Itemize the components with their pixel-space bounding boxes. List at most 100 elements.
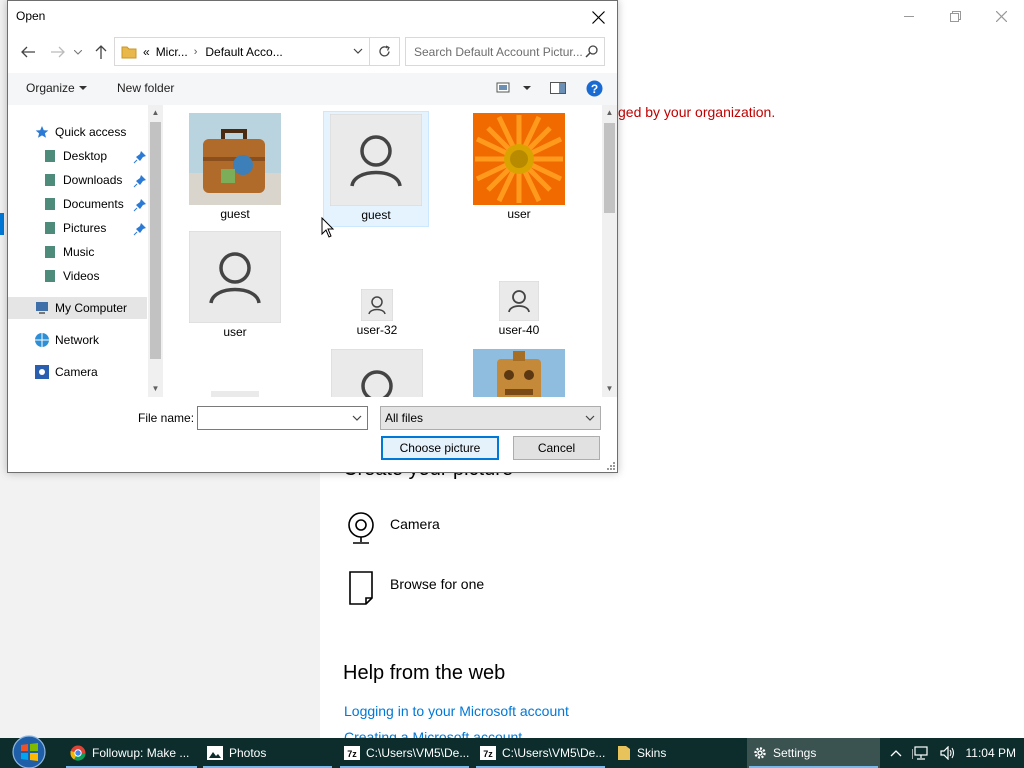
pin-icon [133, 175, 146, 188]
nav-pane-scrollbar[interactable]: ▲ ▼ [148, 105, 163, 397]
view-icon [496, 82, 531, 93]
taskbar-item-label: Skins [637, 746, 667, 760]
search-box[interactable]: Search Default Account Pictur... [405, 37, 605, 66]
chrome-icon [70, 745, 86, 761]
file-tile-partial[interactable] [182, 391, 288, 397]
organize-button[interactable]: Organize [26, 81, 87, 95]
scroll-up-arrow-icon[interactable]: ▲ [148, 105, 163, 120]
file-tile-partial[interactable] [466, 349, 572, 397]
windows-logo-icon [12, 735, 46, 768]
file-tile[interactable]: guest [182, 113, 288, 221]
restore-button[interactable] [935, 4, 975, 28]
file-name-input[interactable] [197, 406, 368, 430]
resize-grip-icon[interactable] [605, 460, 615, 470]
documents-folder-icon [42, 196, 58, 212]
file-name: guest [361, 208, 391, 222]
new-folder-button[interactable]: New folder [117, 81, 174, 95]
refresh-icon [379, 45, 390, 57]
help-link-login[interactable]: Logging in to your Microsoft account [344, 703, 569, 719]
system-tray: 11:04 PM [890, 738, 1024, 768]
document-icon [344, 571, 378, 605]
file-tile[interactable]: user-40 [466, 281, 572, 337]
preview-pane-icon [550, 82, 566, 94]
help-link-create-account[interactable]: Creating a Microsoft account [344, 729, 522, 738]
forward-button[interactable] [47, 41, 69, 63]
file-name: user-40 [498, 323, 540, 337]
help-heading: Help from the web [343, 662, 506, 684]
chevron-down-icon[interactable] [352, 413, 362, 423]
cancel-button[interactable]: Cancel [513, 436, 600, 460]
volume-icon[interactable] [939, 746, 956, 760]
back-button[interactable] [17, 41, 39, 63]
refresh-button[interactable] [369, 38, 399, 65]
navigation-pane: Quick access Desktop Downloads Documents… [8, 105, 164, 397]
scroll-up-arrow-icon[interactable]: ▲ [602, 105, 617, 120]
recent-locations-button[interactable] [70, 41, 86, 63]
arrow-left-icon [21, 46, 35, 58]
command-bar: Organize New folder ? [8, 73, 617, 105]
scroll-down-arrow-icon[interactable]: ▼ [602, 381, 617, 396]
preview-pane-button[interactable] [550, 81, 566, 98]
folder-icon [121, 46, 137, 58]
start-button[interactable] [8, 735, 50, 768]
camera-option-label: Camera [390, 516, 440, 532]
file-tile[interactable]: user [466, 113, 572, 221]
photos-icon [207, 746, 223, 760]
camera-option[interactable]: Camera [344, 511, 440, 545]
file-name: guest [220, 207, 250, 221]
mouse-cursor-icon [321, 217, 335, 238]
dialog-close-button[interactable] [583, 3, 613, 31]
file-tile[interactable]: user [182, 231, 288, 339]
breadcrumb-item[interactable]: Micr... [156, 45, 188, 59]
user-silhouette-thumbnail [182, 231, 288, 323]
nav-quick-access-label: Quick access [55, 125, 127, 139]
browse-option[interactable]: Browse for one [344, 571, 484, 605]
browse-option-label: Browse for one [390, 576, 485, 592]
taskbar-item-chrome[interactable]: Followup: Make ... [64, 738, 199, 768]
clock[interactable]: 11:04 PM [966, 746, 1016, 760]
chevron-down-icon[interactable] [353, 45, 363, 57]
search-icon [585, 45, 598, 58]
taskbar-item-7zip-1[interactable]: 7z C:\Users\VM5\De... [338, 738, 471, 768]
choose-picture-button[interactable]: Choose picture [381, 436, 499, 460]
nav-network-label: Network [55, 333, 100, 347]
taskbar-item-label: Followup: Make ... [92, 746, 190, 760]
7zip-icon: 7z [480, 746, 496, 760]
nav-my-computer[interactable]: My Computer [8, 297, 147, 319]
scroll-down-arrow-icon[interactable]: ▼ [148, 381, 163, 396]
thumbnail-partial [182, 391, 288, 397]
network-icon [34, 332, 50, 348]
desktop-folder-icon [42, 148, 58, 164]
address-bar[interactable]: « Micr... › Default Acco... [114, 37, 400, 66]
nav-my-computer-label: My Computer [55, 301, 128, 315]
breadcrumb-item-current[interactable]: Default Acco... [205, 45, 282, 59]
robot-toy-thumbnail [466, 349, 572, 397]
scrollbar-thumb[interactable] [150, 122, 161, 359]
help-button[interactable]: ? [586, 80, 603, 100]
file-type-select[interactable]: All files [380, 406, 601, 430]
suitcase-thumbnail [182, 113, 288, 205]
svg-text:7z: 7z [347, 749, 357, 759]
file-name: user [223, 325, 247, 339]
scrollbar-thumb[interactable] [604, 123, 615, 213]
chevron-up-icon[interactable] [890, 749, 902, 757]
minimize-button[interactable] [889, 4, 929, 28]
up-button[interactable] [90, 41, 112, 63]
svg-text:7z: 7z [483, 749, 493, 759]
file-tile-selected[interactable]: guest [323, 111, 429, 227]
change-view-button[interactable] [496, 81, 536, 98]
network-status-icon[interactable] [911, 746, 930, 760]
taskbar-item-skins[interactable]: Skins [611, 738, 744, 768]
taskbar-item-7zip-2[interactable]: 7z C:\Users\VM5\De... [474, 738, 607, 768]
taskbar-item-photos[interactable]: Photos [201, 738, 334, 768]
file-name-label: File name: [138, 411, 195, 425]
camera-icon [34, 364, 50, 380]
breadcrumb-prefix[interactable]: « [143, 45, 150, 59]
file-tile[interactable]: user-32 [324, 289, 430, 337]
taskbar-item-settings[interactable]: Settings [747, 738, 880, 768]
file-list-scrollbar[interactable]: ▲ ▼ [602, 105, 617, 397]
pictures-folder-icon [42, 220, 58, 236]
chevron-down-icon [585, 415, 595, 421]
file-tile-partial[interactable] [324, 349, 430, 397]
close-window-button[interactable] [981, 4, 1021, 28]
